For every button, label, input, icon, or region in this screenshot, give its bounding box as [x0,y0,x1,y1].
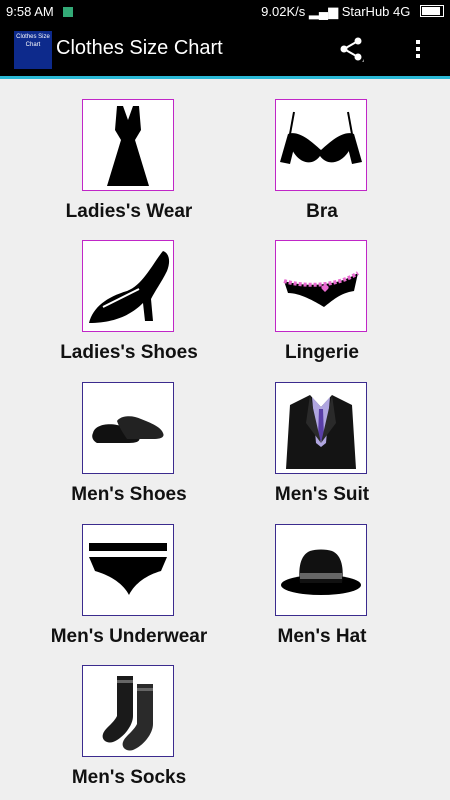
underwear-icon [89,543,167,595]
category-mens-hat[interactable]: Men's Hat [222,501,422,647]
category-bra[interactable]: Bra [222,76,422,222]
category-ladies-wear[interactable]: Ladies's Wear [29,76,229,222]
status-bar: 9:58 AM 9.02K/s ▂▄▆ StarHub 4G [0,0,450,24]
category-mens-suit[interactable]: Men's Suit [222,359,422,505]
category-ladies-shoes[interactable]: Ladies's Shoes [29,217,229,363]
app-logo-text: Clothes Size Chart [16,34,50,48]
suit-icon [286,395,356,469]
app-bar: Clothes Size Chart Clothes Size Chart [0,24,450,79]
status-time: 9:58 AM [6,4,54,19]
high-heel-icon [89,251,170,323]
mens-shoes-tile[interactable] [82,382,174,474]
battery-icon [420,5,444,17]
hat-icon [281,549,361,595]
share-icon[interactable] [338,36,364,62]
status-left: 9:58 AM [6,4,74,19]
ladies-wear-tile[interactable] [82,99,174,191]
category-mens-underwear[interactable]: Men's Underwear [29,501,229,647]
status-right: 9.02K/s ▂▄▆ StarHub 4G [261,4,444,20]
lingerie-icon [283,271,360,307]
men-shoes-icon [92,416,164,443]
ladies-shoes-tile[interactable] [82,240,174,332]
category-label: Men's Socks [71,767,187,788]
network-speed: 9.02K/s [261,4,306,19]
category-lingerie[interactable]: Lingerie [222,217,422,363]
app-logo: Clothes Size Chart [14,31,52,69]
notification-icon [63,7,74,17]
mens-hat-tile[interactable] [275,524,367,616]
category-label: Men's Hat [277,626,367,647]
mens-underwear-tile[interactable] [82,524,174,616]
category-grid: Ladies's Wear Bra Ladies's Shoes Lingeri… [0,76,450,800]
mens-socks-tile[interactable] [82,665,174,757]
socks-icon [102,676,153,751]
bra-tile[interactable] [275,99,367,191]
mens-suit-tile[interactable] [275,382,367,474]
dress-icon [107,106,149,186]
signal-icon: ▂▄▆ [308,4,339,19]
carrier-name: StarHub 4G [341,4,411,19]
app-title: Clothes Size Chart [56,37,223,59]
bra-icon [280,111,362,164]
category-mens-socks[interactable]: Men's Socks [29,642,229,788]
category-mens-shoes[interactable]: Men's Shoes [29,359,229,505]
lingerie-tile[interactable] [275,240,367,332]
overflow-menu-icon[interactable] [412,37,424,63]
